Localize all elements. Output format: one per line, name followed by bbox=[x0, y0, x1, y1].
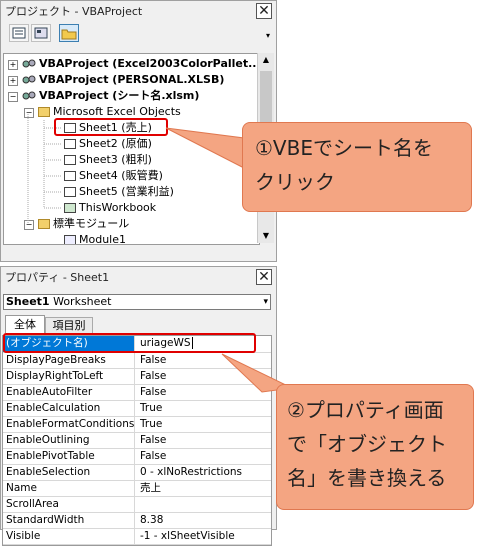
tree-node-sheet2[interactable]: Sheet2 (原価) bbox=[64, 136, 152, 152]
callout-step2: ②プロパティ画面 で「オブジェクト 名」を書き換える bbox=[276, 384, 474, 510]
property-row[interactable]: Visible -1 - xlSheetVisible bbox=[3, 529, 271, 545]
property-name: DisplayRightToLeft bbox=[3, 369, 135, 384]
property-value[interactable]: False bbox=[136, 449, 271, 464]
property-name: EnablePivotTable bbox=[3, 449, 135, 464]
tree-node-label: 標準モジュール bbox=[53, 217, 130, 230]
tab-label: 全体 bbox=[14, 318, 36, 331]
property-name: EnableSelection bbox=[3, 465, 135, 480]
property-value[interactable]: True bbox=[136, 417, 271, 432]
tree-node-module1[interactable]: Module1 bbox=[64, 232, 126, 245]
property-name: EnableFormatConditionsC bbox=[3, 417, 135, 432]
scroll-up-icon[interactable]: ▲ bbox=[258, 53, 274, 67]
callout-line: で「オブジェクト bbox=[287, 432, 447, 456]
property-row[interactable]: StandardWidth 8.38 bbox=[3, 513, 271, 529]
view-object-button[interactable] bbox=[31, 24, 51, 42]
tree-node-sheet4[interactable]: Sheet4 (販管費) bbox=[64, 168, 163, 184]
property-value[interactable]: True bbox=[136, 401, 271, 416]
property-name: StandardWidth bbox=[3, 513, 135, 528]
scroll-down-icon[interactable]: ▼ bbox=[258, 229, 274, 243]
tree-node-label: ThisWorkbook bbox=[79, 201, 157, 214]
property-name: EnableOutlining bbox=[3, 433, 135, 448]
tree-node-label: Microsoft Excel Objects bbox=[53, 105, 181, 118]
properties-titlebar: プロパティ - Sheet1 ✕ bbox=[1, 267, 276, 289]
property-value[interactable]: 8.38 bbox=[136, 513, 271, 528]
property-value[interactable]: 0 - xlNoRestrictions bbox=[136, 465, 271, 480]
folder-icon bbox=[61, 29, 77, 40]
property-row[interactable]: EnableCalculation True bbox=[3, 401, 271, 417]
objectname-highlight-box bbox=[3, 333, 256, 353]
property-row[interactable]: ScrollArea bbox=[3, 497, 271, 513]
callout-step1-text: ①VBEでシート名を クリック bbox=[243, 123, 471, 207]
tree-node-sheet5[interactable]: Sheet5 (営業利益) bbox=[64, 184, 174, 200]
close-icon[interactable]: ✕ bbox=[256, 269, 272, 285]
property-row[interactable]: EnableAutoFilter False bbox=[3, 385, 271, 401]
tab-label: 項目別 bbox=[52, 319, 86, 332]
project-tree: + VBAProject (Excel2003ColorPallet... + … bbox=[3, 53, 260, 245]
worksheet-icon bbox=[64, 187, 76, 197]
view-code-button[interactable] bbox=[9, 24, 29, 42]
tree-node-label: Sheet2 (原価) bbox=[79, 137, 152, 150]
project-explorer-pane: プロジェクト - VBAProject ✕ ▾ + VBAProject (Ex… bbox=[0, 0, 277, 262]
project-explorer-title: プロジェクト - VBAProject bbox=[5, 5, 143, 18]
close-icon[interactable]: ✕ bbox=[256, 3, 272, 19]
callout-step2-text: ②プロパティ画面 で「オブジェクト 名」を書き換える bbox=[277, 385, 473, 503]
tree-node-label: Sheet4 (販管費) bbox=[79, 169, 163, 182]
tree-node-sheet3[interactable]: Sheet3 (粗利) bbox=[64, 152, 152, 168]
project-toolbar: ▾ bbox=[1, 23, 276, 45]
dropdown-arrow-icon[interactable]: ▾ bbox=[263, 295, 268, 309]
property-name: EnableCalculation bbox=[3, 401, 135, 416]
property-value[interactable]: False bbox=[136, 353, 271, 368]
object-selector-name: Sheet1 bbox=[6, 295, 50, 308]
properties-title: プロパティ - Sheet1 bbox=[5, 271, 110, 284]
property-name: Name bbox=[3, 481, 135, 496]
callout-line: ②プロパティ画面 bbox=[287, 398, 444, 422]
property-name: EnableAutoFilter bbox=[3, 385, 135, 400]
property-name: ScrollArea bbox=[3, 497, 135, 512]
callout-line: ①VBEでシート名を bbox=[255, 136, 433, 160]
tree-node-label: Module1 bbox=[79, 233, 126, 245]
property-row[interactable]: EnablePivotTable False bbox=[3, 449, 271, 465]
property-row[interactable]: EnableOutlining False bbox=[3, 433, 271, 449]
module-icon bbox=[64, 235, 76, 244]
property-name: Visible bbox=[3, 529, 135, 544]
workbook-icon bbox=[64, 203, 76, 213]
callout-line: クリック bbox=[255, 170, 335, 194]
toggle-folders-button[interactable] bbox=[59, 24, 79, 42]
property-grid: (オブジェクト名) uriageWS​ DisplayPageBreaksFal… bbox=[2, 335, 272, 546]
sheet1-highlight-box bbox=[54, 118, 168, 136]
tree-node-label: VBAProject (Excel2003ColorPallet... bbox=[39, 57, 260, 70]
property-value[interactable]: -1 - xlSheetVisible bbox=[136, 529, 271, 544]
property-value[interactable]: False bbox=[136, 369, 271, 384]
object-selector[interactable]: Sheet1 Worksheet ▾ bbox=[3, 294, 271, 310]
view-code-icon bbox=[12, 27, 26, 39]
tab-categorized[interactable]: 項目別 bbox=[45, 317, 93, 333]
property-value[interactable] bbox=[136, 497, 271, 512]
tree-node-label: Sheet3 (粗利) bbox=[79, 153, 152, 166]
worksheet-icon bbox=[64, 139, 76, 149]
property-row[interactable]: EnableFormatConditionsC True bbox=[3, 417, 271, 433]
property-row[interactable]: Name 売上 bbox=[3, 481, 271, 497]
property-value[interactable]: 売上 bbox=[136, 481, 271, 496]
toolbar-scroll-indicator[interactable]: ▾ bbox=[266, 31, 270, 40]
tree-node-label: Sheet5 (営業利益) bbox=[79, 185, 174, 198]
callout-step1: ①VBEでシート名を クリック bbox=[242, 122, 472, 212]
tab-alphabetic[interactable]: 全体 bbox=[5, 315, 45, 333]
property-row[interactable]: DisplayPageBreaks False bbox=[3, 353, 271, 369]
tree-guide-lines bbox=[27, 114, 62, 224]
property-name: DisplayPageBreaks bbox=[3, 353, 135, 368]
property-value[interactable]: False bbox=[136, 385, 271, 400]
object-selector-type: Worksheet bbox=[53, 295, 112, 308]
tree-node-label: VBAProject (PERSONAL.XLSB) bbox=[39, 73, 225, 86]
worksheet-icon bbox=[64, 155, 76, 165]
project-explorer-titlebar: プロジェクト - VBAProject ✕ bbox=[1, 1, 276, 23]
property-row[interactable]: EnableSelection 0 - xlNoRestrictions bbox=[3, 465, 271, 481]
view-object-icon bbox=[34, 27, 48, 39]
property-row[interactable]: DisplayRightToLeft False bbox=[3, 369, 271, 385]
tree-node-thisworkbook[interactable]: ThisWorkbook bbox=[64, 200, 156, 216]
callout-line: 名」を書き換える bbox=[287, 466, 447, 490]
property-value[interactable]: False bbox=[136, 433, 271, 448]
worksheet-icon bbox=[64, 171, 76, 181]
